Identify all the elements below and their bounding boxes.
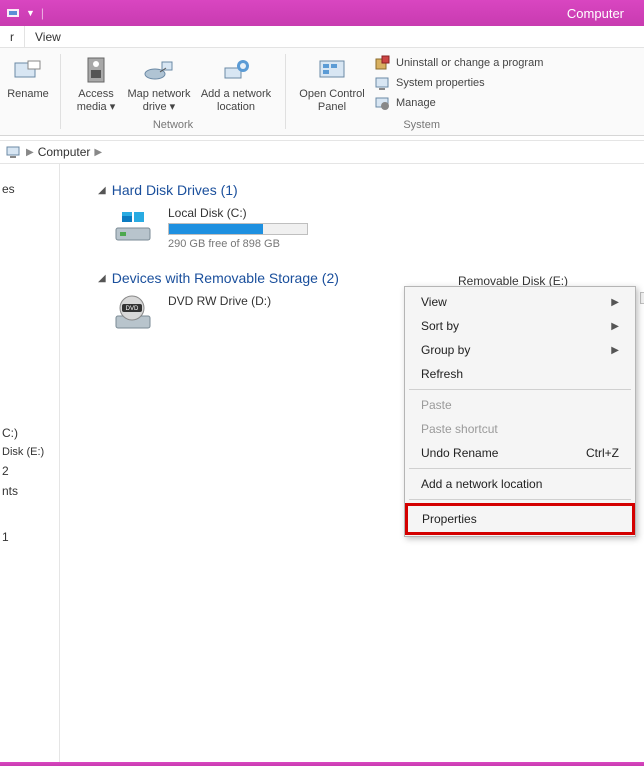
menubar-truncated[interactable]: r (0, 26, 25, 47)
rename-button[interactable]: Rename (6, 50, 50, 101)
ctx-refresh[interactable]: Refresh (407, 362, 633, 386)
open-control-panel-label: Open Control Panel (299, 88, 364, 113)
ctx-separator (409, 468, 631, 469)
drive-removable-e-bar (640, 292, 644, 304)
category-hdd: ◢ Hard Disk Drives (1) Local Disk (C:) 2… (98, 182, 634, 250)
breadcrumb[interactable]: ▶ Computer ▶ (0, 140, 644, 164)
drive-free-text: 290 GB free of 898 GB (168, 238, 308, 250)
menubar-view[interactable]: View (25, 26, 71, 47)
ctx-properties[interactable]: Properties (408, 506, 632, 532)
access-media-button[interactable]: Access media ▾ (71, 50, 121, 113)
sidebar-item-2[interactable]: 2 (2, 464, 57, 478)
network-drive-icon (143, 54, 175, 86)
drive-local-c[interactable]: Local Disk (C:) 290 GB free of 898 GB (112, 206, 634, 250)
app-icon (6, 6, 20, 20)
add-network-location-label: Add a network location (201, 88, 271, 113)
ctx-separator (409, 389, 631, 390)
context-menu: View ▶ Sort by ▶ Group by ▶ Refresh Paste P… (404, 286, 636, 537)
manage-button[interactable]: Manage (370, 94, 547, 112)
statusbar (0, 762, 644, 766)
submenu-arrow-icon: ▶ (611, 321, 619, 332)
network-group-label: Network (153, 119, 193, 133)
rename-label: Rename (7, 88, 49, 101)
submenu-arrow-icon: ▶ (611, 297, 619, 308)
ctx-properties-highlight: Properties (405, 503, 635, 535)
drive-name: DVD RW Drive (D:) (168, 294, 271, 308)
ctx-paste-label: Paste (421, 398, 452, 412)
drive-usage-bar (168, 223, 308, 235)
system-properties-label: System properties (396, 77, 485, 89)
body: es C:) Disk (E:) 2 nts 1 ◢ Hard Disk Dri… (0, 164, 644, 762)
ctx-add-network-location[interactable]: Add a network location (407, 472, 633, 496)
sidebar-item-nts[interactable]: nts (2, 484, 57, 498)
sidebar-item-c[interactable]: C:) (2, 426, 57, 440)
uninstall-label: Uninstall or change a program (396, 57, 543, 69)
ctx-group-by[interactable]: Group by ▶ (407, 338, 633, 362)
open-control-panel-button[interactable]: Open Control Panel (296, 50, 368, 113)
ctx-properties-label: Properties (422, 512, 477, 526)
rename-icon (12, 54, 44, 86)
ctx-paste: Paste (407, 393, 633, 417)
titlebar: ▼ | Computer (0, 0, 644, 26)
chevron-right-icon[interactable]: ▶ (26, 147, 34, 158)
uninstall-icon (374, 55, 390, 71)
ctx-addnet-label: Add a network location (421, 477, 542, 491)
ctx-view-label: View (421, 295, 447, 309)
ctx-paste-shortcut: Paste shortcut (407, 417, 633, 441)
ribbon-group-rename: Rename (0, 48, 56, 135)
access-media-label: Access media ▾ (77, 88, 116, 113)
manage-icon (374, 95, 390, 111)
category-header-hdd[interactable]: ◢ Hard Disk Drives (1) (98, 182, 634, 198)
menubar: r View (0, 26, 644, 48)
qat-dropdown-icon[interactable]: ▼ (26, 8, 35, 18)
map-network-drive-label: Map network drive ▾ (128, 88, 191, 113)
ribbon-group-system: Open Control Panel Uninstall or change a… (290, 48, 553, 135)
ribbon: Rename Access media ▾ Map network drive … (0, 48, 644, 136)
drive-name: Local Disk (C:) (168, 206, 308, 220)
system-column: Uninstall or change a program System pro… (370, 50, 547, 113)
content-pane[interactable]: ◢ Hard Disk Drives (1) Local Disk (C:) 2… (60, 164, 644, 762)
ctx-undo-label: Undo Rename (421, 446, 498, 460)
window-title: Computer (567, 6, 624, 21)
ctx-sortby-label: Sort by (421, 319, 459, 333)
sidebar-item-1[interactable]: 1 (2, 530, 57, 544)
manage-label: Manage (396, 97, 436, 109)
collapse-icon[interactable]: ◢ (98, 273, 106, 284)
collapse-icon[interactable]: ◢ (98, 185, 106, 196)
ribbon-separator (60, 54, 61, 129)
svg-text:DVD: DVD (126, 306, 139, 312)
sidebar: es C:) Disk (E:) 2 nts 1 (0, 164, 60, 762)
system-properties-button[interactable]: System properties (370, 74, 547, 92)
drive-usage-fill (169, 224, 263, 234)
ctx-undo-rename[interactable]: Undo Rename Ctrl+Z (407, 441, 633, 465)
submenu-arrow-icon: ▶ (611, 345, 619, 356)
media-icon (80, 54, 112, 86)
ribbon-separator (285, 54, 286, 129)
ctx-sort-by[interactable]: Sort by ▶ (407, 314, 633, 338)
system-group-label: System (403, 119, 440, 133)
ctx-separator (409, 499, 631, 500)
add-network-location-button[interactable]: Add a network location (197, 50, 275, 113)
category-hdd-label: Hard Disk Drives (1) (112, 182, 238, 198)
ctx-view[interactable]: View ▶ (407, 290, 633, 314)
map-network-drive-button[interactable]: Map network drive ▾ (123, 50, 195, 113)
dvd-drive-icon: DVD (112, 294, 154, 334)
ctx-paste-shortcut-label: Paste shortcut (421, 422, 498, 436)
computer-icon (6, 144, 22, 160)
ctx-undo-shortcut: Ctrl+Z (586, 446, 619, 460)
ribbon-group-network: Access media ▾ Map network drive ▾ Add a… (65, 48, 281, 135)
add-location-icon (220, 54, 252, 86)
chevron-right-icon[interactable]: ▶ (94, 147, 102, 158)
category-removable-label: Devices with Removable Storage (2) (112, 270, 339, 286)
sidebar-truncated-es[interactable]: es (2, 182, 15, 196)
control-panel-icon (316, 54, 348, 86)
qat-separator: | (41, 6, 44, 20)
ctx-groupby-label: Group by (421, 343, 470, 357)
sidebar-item-e[interactable]: Disk (E:) (2, 446, 57, 458)
uninstall-program-button[interactable]: Uninstall or change a program (370, 54, 547, 72)
breadcrumb-computer[interactable]: Computer (38, 145, 91, 159)
ctx-refresh-label: Refresh (421, 367, 463, 381)
hdd-icon (112, 206, 154, 246)
system-properties-icon (374, 75, 390, 91)
